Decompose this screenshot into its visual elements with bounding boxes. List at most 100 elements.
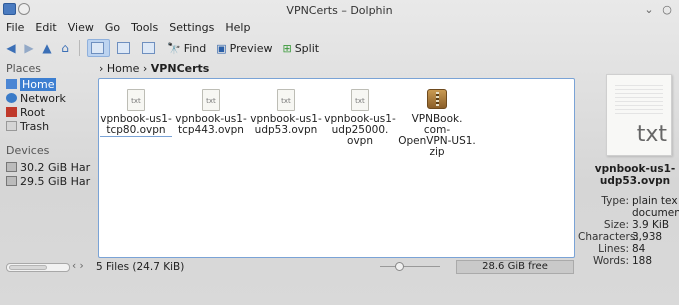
breadcrumb-current[interactable]: VPNCerts xyxy=(151,62,210,75)
menu-go[interactable]: Go xyxy=(105,21,120,36)
places-title: Places xyxy=(6,62,41,75)
text-file-icon: txt xyxy=(275,89,297,111)
menu-help[interactable]: Help xyxy=(225,21,250,36)
places-panel: Home Network Root Trash xyxy=(4,77,92,133)
columns-view-button[interactable] xyxy=(139,39,160,57)
menu-settings[interactable]: Settings xyxy=(169,21,214,36)
text-file-icon: txt xyxy=(125,89,147,111)
file-item[interactable]: txt vpnbook-us1- tcp80.ovpn xyxy=(100,89,172,137)
file-preview: txt xyxy=(606,74,672,156)
split-label: Split xyxy=(294,41,320,55)
information-panel: txt vpnbook-us1- udp53.ovpn Type: plain t… xyxy=(578,62,679,267)
split-icon: ⊞ xyxy=(282,41,292,55)
place-network[interactable]: Network xyxy=(4,91,92,105)
file-icon-label: txt xyxy=(202,89,220,111)
preview-button[interactable]: ▣ Preview xyxy=(213,39,275,57)
details-view-button[interactable] xyxy=(114,39,135,57)
maximize-icon[interactable]: ○ xyxy=(661,4,673,16)
file-item[interactable]: txt vpnbook-us1- udp53.ovpn xyxy=(250,89,322,136)
property-row: Size: 3.9 KiB xyxy=(582,219,679,231)
file-view[interactable]: txt vpnbook-us1- tcp80.ovpn txt vpnbook-… xyxy=(98,78,575,258)
property-key: Type: xyxy=(601,195,629,207)
zip-icon-shape xyxy=(427,89,447,109)
horizontal-scrollbar[interactable] xyxy=(6,263,70,272)
device-item[interactable]: 30.2 GiB Har xyxy=(4,160,92,174)
scroll-arrows-icon[interactable]: ‹ › xyxy=(72,260,84,272)
binoculars-icon: 🔭 xyxy=(167,41,181,55)
window-controls: ⌄ ○ xyxy=(643,4,673,16)
toolbar: ◀ ▶ ▲ ⌂ 🔭 Find ▣ Preview ⊞ Split xyxy=(4,38,322,58)
file-name: vpnbook-us1- udp53.ovpn xyxy=(250,113,322,136)
preview-type-text: txt xyxy=(636,122,667,147)
place-trash[interactable]: Trash xyxy=(4,119,92,133)
property-value: documen xyxy=(632,207,679,219)
text-file-icon: txt xyxy=(349,89,371,111)
device-label: 30.2 GiB Har xyxy=(20,160,91,174)
window-title: VPNCerts – Dolphin xyxy=(286,4,393,17)
preview-icon: ▣ xyxy=(216,41,227,55)
trash-icon xyxy=(6,121,17,131)
icons-view-button[interactable] xyxy=(87,39,110,57)
columns-view-icon xyxy=(142,42,155,54)
property-key: Characters: xyxy=(578,231,639,243)
file-item[interactable]: txt vpnbook-us1- udp25000. ovpn xyxy=(324,89,396,147)
file-item[interactable]: VPNBook. com- OpenVPN-US1. zip xyxy=(397,89,477,158)
file-name: vpnbook-us1- udp25000. ovpn xyxy=(324,113,396,147)
breadcrumb-home[interactable]: Home xyxy=(107,62,139,75)
property-value: 3.9 KiB xyxy=(632,219,670,231)
zoom-slider[interactable] xyxy=(380,262,440,271)
title-bar: VPNCerts – Dolphin ⌄ ○ xyxy=(0,0,679,20)
breadcrumb: › Home › VPNCerts xyxy=(99,62,209,75)
hard-drive-icon xyxy=(6,176,17,186)
find-button[interactable]: 🔭 Find xyxy=(164,39,209,57)
status-bar: ‹ › 5 Files (24.7 KiB) 28.6 GiB free xyxy=(0,260,679,278)
property-value: plain tex xyxy=(632,195,678,207)
details-view-icon xyxy=(117,42,130,54)
menu-file[interactable]: File xyxy=(6,21,24,36)
menu-view[interactable]: View xyxy=(68,21,94,36)
zip-archive-icon xyxy=(426,89,448,111)
devices-title: Devices xyxy=(6,144,50,157)
place-home[interactable]: Home xyxy=(4,77,92,91)
menu-edit[interactable]: Edit xyxy=(35,21,56,36)
preview-lines xyxy=(615,85,663,115)
root-folder-icon xyxy=(6,107,17,117)
hard-drive-icon xyxy=(6,162,17,172)
property-row: documen xyxy=(582,207,679,219)
icons-view-icon xyxy=(91,42,104,54)
place-root[interactable]: Root xyxy=(4,105,92,119)
network-icon xyxy=(6,93,17,103)
text-file-icon: txt xyxy=(200,89,222,111)
zoom-slider-knob[interactable] xyxy=(395,262,404,271)
split-button[interactable]: ⊞ Split xyxy=(279,39,322,57)
property-key xyxy=(582,207,632,219)
file-item[interactable]: txt vpnbook-us1- tcp443.ovpn xyxy=(175,89,247,136)
back-icon[interactable]: ◀ xyxy=(4,41,18,55)
menu-bar: File Edit View Go Tools Settings Help xyxy=(6,21,250,36)
toolbar-separator xyxy=(79,40,80,56)
file-name: VPNBook. com- OpenVPN-US1. zip xyxy=(398,113,476,158)
place-label: Trash xyxy=(20,119,50,133)
place-label: Network xyxy=(20,91,66,105)
find-label: Find xyxy=(183,41,207,55)
up-icon[interactable]: ▲ xyxy=(40,41,54,55)
home-icon[interactable]: ⌂ xyxy=(58,41,72,55)
forward-icon[interactable]: ▶ xyxy=(22,41,36,55)
dolphin-window: VPNCerts – Dolphin ⌄ ○ File Edit View Go… xyxy=(0,0,679,305)
device-label: 29.5 GiB Har xyxy=(20,174,91,188)
home-folder-icon xyxy=(6,79,17,89)
preview-label: Preview xyxy=(229,41,273,55)
file-icon-label: txt xyxy=(127,89,145,111)
property-value: 84 xyxy=(632,243,646,255)
file-icon-label: txt xyxy=(351,89,369,111)
minimize-icon[interactable]: ⌄ xyxy=(643,4,655,16)
property-row: Type: plain tex xyxy=(582,195,679,207)
property-key: Lines: xyxy=(598,243,629,255)
place-label: Root xyxy=(20,105,45,119)
menu-tools[interactable]: Tools xyxy=(131,21,158,36)
scrollbar-thumb[interactable] xyxy=(9,265,47,270)
info-properties: Type: plain tex documen Size: 3.9 KiB Char… xyxy=(578,195,679,267)
free-space-indicator: 28.6 GiB free xyxy=(456,260,574,274)
device-item[interactable]: 29.5 GiB Har xyxy=(4,174,92,188)
breadcrumb-separator: › xyxy=(99,62,104,75)
